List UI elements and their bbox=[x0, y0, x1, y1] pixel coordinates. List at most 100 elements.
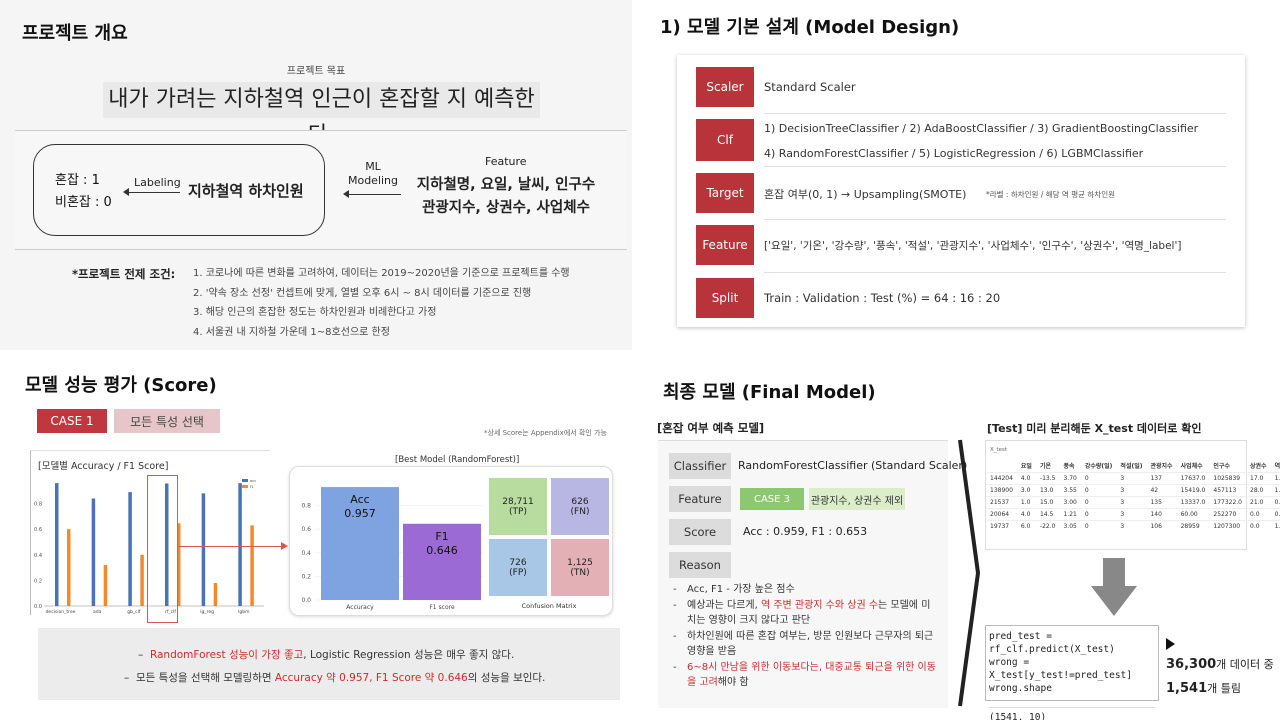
x-tick-label: decision_tree bbox=[46, 609, 76, 615]
q4-title: 최종 모델 (Final Model) bbox=[663, 382, 876, 403]
x-tick-label: Accuracy bbox=[346, 604, 374, 611]
row-label-clf: Clf bbox=[696, 119, 754, 161]
table-cell: 42 bbox=[1146, 484, 1177, 497]
goal-label: 프로젝트 목표 bbox=[286, 66, 346, 77]
bar-label-value: 0.646 bbox=[426, 544, 458, 557]
x-tick-label: lg_reg bbox=[200, 609, 214, 615]
legend-label-f1: f1 bbox=[250, 485, 253, 489]
bar-acc-gb_clf bbox=[128, 492, 132, 606]
table-cell: 0.0 bbox=[1246, 520, 1271, 532]
y-tick-label: 0.6 bbox=[301, 526, 311, 533]
table-cell: 3.00 bbox=[1059, 496, 1081, 509]
row-label-feature: Feature bbox=[696, 225, 754, 265]
table-cell: 19737 bbox=[986, 520, 1017, 532]
table-cell: 1.21 bbox=[1059, 508, 1081, 521]
table-cell: 0 bbox=[1080, 520, 1117, 532]
highlight-connector bbox=[178, 546, 281, 547]
row-text-target: 혼잡 여부(0, 1) → Upsampling(SMOTE) bbox=[764, 188, 967, 201]
table-header-cell bbox=[986, 459, 1017, 473]
table-cell: -13.5 bbox=[1035, 472, 1060, 485]
bar-f1-gb_clf bbox=[140, 554, 144, 606]
xtest-table: 요일기온풍속강수량(일)적설(일)관광지수사업체수인구수상권수역명_label1… bbox=[986, 459, 1280, 532]
table-cell: 15.0 bbox=[1035, 496, 1060, 509]
label-values: 혼잡 : 1 비혼잡 : 0 bbox=[55, 170, 112, 214]
x-tick-label: F1 score bbox=[429, 604, 455, 611]
table-cell: 0.0 bbox=[1270, 496, 1280, 509]
panel-score: 모델 성능 평가 (Score) CASE 1 모든 특성 선택 *상세 Sco… bbox=[0, 360, 640, 720]
row-text-clf-2: 4) RandomForestClassifier / 5) LogisticR… bbox=[764, 147, 1144, 160]
table-header-cell: 풍속 bbox=[1063, 463, 1075, 470]
bar-label-name: F1 bbox=[435, 530, 448, 543]
reasons-list: - Acc, F1 - 가장 높은 점수 - 예상과는 다르게, 역 주변 관광지 … bbox=[673, 582, 943, 691]
reason-4: -6~8시 만남을 위한 이동보다는, 대중교통 퇴근을 위한 이동을 고려해야… bbox=[673, 661, 936, 689]
best-bar-chart: 0.0 0.2 0.4 0.6 0.8 Accuracy F1 score Acc0.957 F… bbox=[301, 487, 483, 611]
case-chip: CASE 1 bbox=[37, 409, 107, 433]
table-cell: 3.0 bbox=[1016, 484, 1036, 497]
q3-title: 모델 성능 평가 (Score) bbox=[25, 375, 217, 396]
q2-title: 1) 모델 기본 설계 (Model Design) bbox=[660, 17, 960, 38]
table-cell: 3 bbox=[1116, 496, 1147, 509]
cm-fn: 626 (FN) bbox=[551, 478, 609, 535]
table-cell: 6.0 bbox=[1016, 520, 1036, 532]
y-tick-label: 0.0 bbox=[34, 604, 42, 610]
y-tick-label: 0.6 bbox=[34, 527, 42, 533]
table-cell: 144204 bbox=[986, 472, 1017, 485]
left-head: [혼잡 여부 예측 모델] bbox=[657, 421, 765, 435]
bar-f1-decision_tree bbox=[67, 529, 71, 606]
target-text: 지하철역 하차인원 bbox=[188, 182, 304, 200]
label-not-congested: 비혼잡 : 0 bbox=[55, 195, 112, 210]
table-cell: 1.0 bbox=[1016, 496, 1036, 509]
table-cell: 0 bbox=[1080, 508, 1117, 521]
code-line-2: wrong = X_test[y_test!=pred_test] bbox=[989, 657, 1132, 681]
feature-list: 지하철명, 요일, 날씨, 인구수 관광지수, 상권수, 사업체수 bbox=[408, 174, 604, 220]
table-header-cell: 관광지수 bbox=[1150, 463, 1173, 470]
right-head: [Test] 미리 분리해둔 X_test 데이터로 확인 bbox=[987, 422, 1202, 435]
table-cell: 0 bbox=[1080, 472, 1117, 485]
table-header-cell: 적설(일) bbox=[1120, 463, 1143, 470]
label-score: Score bbox=[669, 519, 731, 545]
row-sep bbox=[764, 113, 1226, 114]
bar-f1-lg_reg bbox=[213, 582, 218, 606]
table-cell: 1.0 bbox=[1270, 484, 1280, 497]
feature-exclusion-chip: 관광지수, 상권수 제외 bbox=[809, 488, 905, 510]
row-text-scaler: Standard Scaler bbox=[764, 80, 856, 94]
conditions-list: 1. 코로나에 따른 변화를 고려하여, 데이터는 2019~2020년을 기준… bbox=[193, 264, 570, 342]
xtest-table-panel: X_test 요일 기온 풍속 강수량(일) 적설(일) 관광지수 사업체수 인구수 상권수 역명… bbox=[985, 440, 1280, 550]
confusion-matrix: 28,711 (TP) 626 (FN) 726 (FP) 1,125 (TN) Con… bbox=[489, 478, 613, 610]
modeling-label: Modeling bbox=[347, 174, 399, 187]
score-note-1: – RandomForest 성능이 가장 좋고, Logistic Regre… bbox=[138, 649, 515, 661]
table-cell: 17637.0 bbox=[1176, 472, 1210, 485]
table-cell: 60.00 bbox=[1176, 508, 1210, 521]
code-line-1: pred_test = rf_clf.predict(X_test) bbox=[989, 631, 1115, 655]
legend-swatch-f1 bbox=[242, 485, 248, 488]
feature-line-1: 지하철명, 요일, 날씨, 인구수 bbox=[416, 177, 596, 193]
ml-label: ML bbox=[365, 160, 381, 173]
reason-2: - 예상과는 다르게, 역 주변 관광지 수와 상권 수는 모델에 미치는 영향이… bbox=[673, 599, 931, 627]
row-text-clf-1: 1) DecisionTreeClassifier / 2) AdaBoostC… bbox=[764, 122, 1199, 135]
table-cell: 1.0 bbox=[1270, 520, 1280, 532]
table-header-cell: 상권수 bbox=[1250, 463, 1267, 470]
ml-text: ML Modeling bbox=[345, 160, 401, 188]
table-cell: 457113 bbox=[1209, 484, 1247, 497]
row-label-split: Split bbox=[696, 278, 754, 318]
table-row: 197376.0-22.03.05031062895912073000.01.0 bbox=[986, 520, 1280, 532]
cm-fp: 726 (FP) bbox=[489, 539, 547, 596]
code-box: pred_test = rf_clf.predict(X_test) wrong… bbox=[985, 625, 1159, 720]
row-label-scaler: Scaler bbox=[696, 67, 754, 107]
x-tick-label: ada bbox=[93, 609, 102, 615]
table-cell: 4.0 bbox=[1016, 472, 1036, 485]
bar-f1-lgbm bbox=[250, 525, 254, 606]
bar-acc-decision_tree bbox=[55, 483, 59, 606]
table-cell: 28959 bbox=[1176, 520, 1210, 532]
label-classifier: Classifier bbox=[669, 453, 731, 479]
cm-tn: 1,125 (TN) bbox=[551, 539, 609, 596]
condition-3: 3. 해당 인근의 혼잡한 정도는 하차인원과 비례한다고 가정 bbox=[193, 307, 437, 318]
reason-3: - 하차인원에 따른 혼잡 여부는, 방문 인원보다 근무자의 퇴근 영향을 받음 bbox=[673, 630, 934, 658]
y-tick-label: 0.8 bbox=[301, 503, 311, 510]
table-cell: 21.0 bbox=[1246, 496, 1271, 509]
conditions-title: *프로젝트 전제 조건: bbox=[72, 267, 176, 281]
table-header-cell: 인구수 bbox=[1213, 463, 1230, 470]
row-sep bbox=[764, 166, 1226, 167]
table-cell: 0 bbox=[1080, 484, 1117, 497]
table-header-cell: 사업체수 bbox=[1180, 463, 1203, 470]
